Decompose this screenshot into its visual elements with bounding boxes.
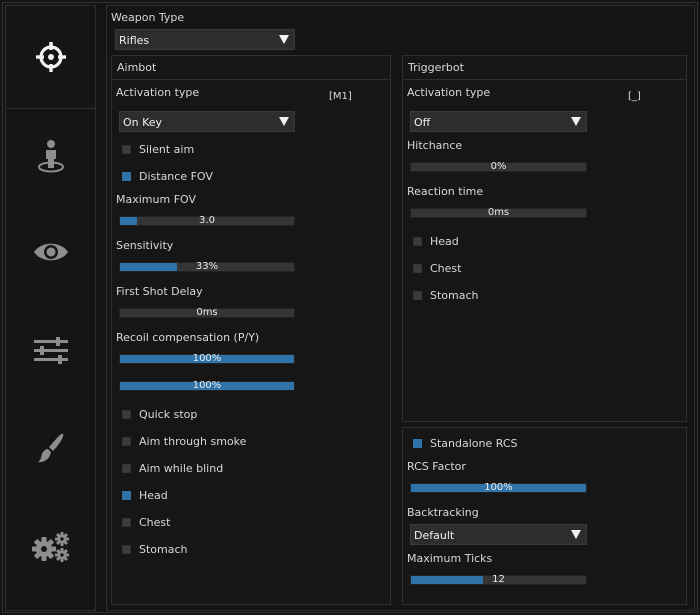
max-ticks-slider[interactable]: 12: [410, 574, 587, 585]
backtracking-value: Default: [414, 529, 455, 542]
weapon-type-label: Weapon Type: [111, 11, 185, 24]
triggerbot-chest-checkbox[interactable]: Chest: [413, 261, 461, 275]
checkbox-box: [122, 517, 131, 527]
standalone-rcs-checkbox[interactable]: Standalone RCS: [413, 436, 518, 450]
checkbox-box: [413, 438, 422, 448]
triggerbot-chest-label: Chest: [430, 261, 462, 275]
backtracking-select[interactable]: Default: [410, 524, 587, 545]
rcs-factor-label: RCS Factor: [407, 460, 466, 473]
aimbot-title: Aimbot: [117, 61, 157, 74]
triggerbot-stomach-checkbox[interactable]: Stomach: [413, 288, 479, 302]
group-divider: [112, 79, 390, 80]
first-shot-delay-value: 0ms: [196, 307, 218, 318]
hitchance-label: Hitchance: [407, 139, 463, 152]
checkbox-box: [122, 544, 131, 554]
recoil-compensation-label: Recoil compensation (P/Y): [116, 331, 260, 344]
hitchance-slider[interactable]: 0%: [410, 161, 587, 172]
max-ticks-label: Maximum Ticks: [407, 552, 493, 565]
aimbot-head-checkbox[interactable]: Head: [122, 488, 168, 502]
tab-visuals[interactable]: [6, 222, 95, 282]
triggerbot-key-binding[interactable]: [_]: [628, 91, 641, 102]
checkbox-box: [122, 144, 131, 154]
checkbox-box: [413, 263, 422, 273]
quick-stop-checkbox[interactable]: Quick stop: [122, 407, 197, 421]
aim-while-blind-label: Aim while blind: [139, 461, 224, 475]
triggerbot-activation-value: Off: [414, 116, 431, 129]
aim-through-smoke-checkbox[interactable]: Aim through smoke: [122, 434, 246, 448]
recoil-yaw-value: 100%: [192, 380, 222, 391]
max-ticks-value: 12: [492, 574, 505, 585]
reaction-time-label: Reaction time: [407, 185, 484, 198]
chevron-down-icon: [279, 117, 289, 126]
backtracking-label: Backtracking: [407, 506, 479, 519]
tab-player[interactable]: [6, 126, 95, 186]
aim-while-blind-checkbox[interactable]: Aim while blind: [122, 461, 223, 475]
aimbot-chest-checkbox[interactable]: Chest: [122, 515, 170, 529]
sensitivity-label: Sensitivity: [116, 239, 174, 252]
aimbot-key-binding[interactable]: [M1]: [329, 91, 352, 102]
checkbox-box: [122, 171, 131, 181]
chevron-down-icon: [571, 117, 581, 126]
aim-through-smoke-label: Aim through smoke: [139, 434, 247, 448]
sensitivity-value: 33%: [195, 261, 219, 272]
tab-misc[interactable]: [6, 321, 95, 381]
crosshair-icon: [35, 41, 66, 72]
checkbox-box: [122, 490, 131, 500]
rcs-factor-slider[interactable]: 100%: [410, 482, 587, 493]
tab-skins[interactable]: [6, 419, 95, 479]
chevron-down-icon: [279, 35, 289, 44]
triggerbot-activation-label: Activation type: [407, 86, 491, 99]
group-divider: [403, 79, 686, 80]
sliders-icon: [33, 337, 68, 364]
eye-icon: [33, 243, 68, 261]
max-fov-value: 3.0: [199, 215, 215, 226]
reaction-time-slider[interactable]: 0ms: [410, 207, 587, 218]
aimbot-activation-value: On Key: [123, 116, 163, 129]
brush-icon: [37, 433, 63, 463]
aimbot-activation-select[interactable]: On Key: [119, 111, 295, 132]
aimbot-head-label: Head: [139, 488, 168, 502]
triggerbot-stomach-label: Stomach: [430, 288, 479, 302]
silent-aim-checkbox[interactable]: Silent aim: [122, 142, 194, 156]
gears-icon: [31, 532, 69, 562]
triggerbot-activation-select[interactable]: Off: [410, 111, 587, 132]
checkbox-box: [413, 236, 422, 246]
hitchance-value: 0%: [490, 161, 507, 172]
aimbot-stomach-label: Stomach: [139, 542, 188, 556]
sensitivity-slider[interactable]: 33%: [119, 261, 295, 272]
max-fov-slider[interactable]: 3.0: [119, 215, 295, 226]
first-shot-delay-label: First Shot Delay: [116, 285, 203, 298]
distance-fov-checkbox[interactable]: Distance FOV: [122, 169, 213, 183]
checkbox-box: [122, 463, 131, 473]
recoil-pitch-slider[interactable]: 100%: [119, 353, 295, 364]
quick-stop-label: Quick stop: [139, 407, 198, 421]
recoil-yaw-slider[interactable]: 100%: [119, 380, 295, 391]
distance-fov-label: Distance FOV: [139, 169, 213, 183]
player-icon: [37, 140, 64, 173]
checkbox-box: [413, 290, 422, 300]
chevron-down-icon: [571, 530, 581, 539]
aimbot-activation-label: Activation type: [116, 86, 200, 99]
rcs-factor-value: 100%: [484, 482, 513, 493]
max-fov-label: Maximum FOV: [116, 193, 197, 206]
weapon-type-select[interactable]: Rifles: [115, 29, 295, 50]
checkbox-box: [122, 409, 131, 419]
sidebar-divider: [6, 108, 95, 109]
triggerbot-title: Triggerbot: [408, 61, 464, 74]
triggerbot-head-checkbox[interactable]: Head: [413, 234, 459, 248]
recoil-pitch-value: 100%: [192, 353, 222, 364]
sidebar: [5, 5, 96, 611]
triggerbot-head-label: Head: [430, 234, 459, 248]
tab-config[interactable]: [6, 516, 95, 576]
silent-aim-label: Silent aim: [139, 142, 195, 156]
weapon-type-value: Rifles: [119, 34, 150, 47]
tab-aimbot[interactable]: [6, 6, 95, 107]
aimbot-chest-label: Chest: [139, 515, 171, 529]
reaction-time-value: 0ms: [487, 207, 510, 218]
checkbox-box: [122, 436, 131, 446]
standalone-rcs-label: Standalone RCS: [430, 436, 518, 450]
first-shot-delay-slider[interactable]: 0ms: [119, 307, 295, 318]
aimbot-stomach-checkbox[interactable]: Stomach: [122, 542, 188, 556]
